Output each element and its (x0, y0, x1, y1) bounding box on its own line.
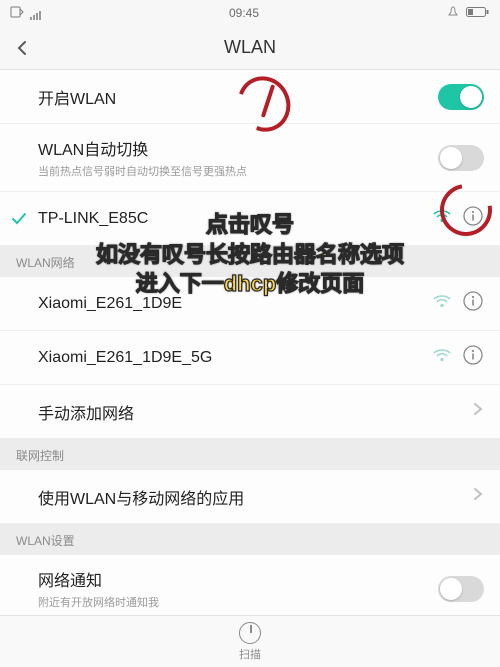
scan-icon (239, 622, 261, 644)
info-icon[interactable] (462, 290, 484, 317)
network-notify-toggle[interactable] (438, 576, 484, 602)
apps-usage-label: 使用WLAN与移动网络的应用 (38, 485, 472, 509)
silent-icon (446, 5, 460, 22)
wlan-autoswitch-row[interactable]: WLAN自动切换 当前热点信号弱时自动切换至信号更强热点 (0, 124, 500, 192)
sim-icon (10, 6, 24, 21)
network-row[interactable]: Xiaomi_E261_1D9E_5G (0, 331, 500, 385)
signal-icon (30, 6, 42, 20)
network-name: Xiaomi_E261_1D9E_5G (38, 349, 432, 367)
section-header-control: 联网控制 (0, 439, 500, 470)
wifi-icon (432, 347, 452, 368)
scan-label: 扫描 (239, 646, 261, 662)
info-icon[interactable] (462, 205, 484, 232)
wlan-autoswitch-sub: 当前热点信号弱时自动切换至信号更强热点 (38, 163, 438, 179)
page-title: WLAN (0, 37, 500, 58)
chevron-right-icon (472, 487, 484, 506)
wifi-icon (432, 293, 452, 314)
back-button[interactable] (0, 26, 44, 70)
network-notify-label: 网络通知 附近有开放网络时通知我 (38, 567, 438, 610)
check-icon (0, 210, 38, 228)
wlan-enable-label: 开启WLAN (38, 85, 438, 109)
section-header-networks: WLAN网络 (0, 246, 500, 277)
apps-usage-row[interactable]: 使用WLAN与移动网络的应用 (0, 470, 500, 524)
manual-add-row[interactable]: 手动添加网络 (0, 385, 500, 439)
wifi-icon (432, 208, 452, 229)
network-row[interactable]: Xiaomi_E261_1D9E (0, 277, 500, 331)
wlan-autoswitch-toggle[interactable] (438, 145, 484, 171)
network-notify-sub: 附近有开放网络时通知我 (38, 594, 438, 610)
status-bar: 09:45 (0, 0, 500, 26)
network-name: Xiaomi_E261_1D9E (38, 295, 432, 313)
section-header-settings: WLAN设置 (0, 524, 500, 555)
wlan-enable-row[interactable]: 开启WLAN (0, 70, 500, 124)
connected-network-name: TP-LINK_E85C (38, 210, 432, 228)
chevron-right-icon (472, 402, 484, 421)
wlan-enable-toggle[interactable] (438, 84, 484, 110)
chevron-left-icon (14, 40, 30, 56)
nav-bar: WLAN (0, 26, 500, 70)
status-time: 09:45 (229, 6, 259, 20)
battery-icon (466, 6, 490, 21)
tab-bar: 扫描 (0, 615, 500, 667)
scan-button[interactable]: 扫描 (239, 622, 261, 662)
manual-add-label: 手动添加网络 (38, 400, 472, 424)
info-icon[interactable] (462, 344, 484, 371)
wlan-autoswitch-label: WLAN自动切换 当前热点信号弱时自动切换至信号更强热点 (38, 136, 438, 179)
connected-network-row[interactable]: TP-LINK_E85C (0, 192, 500, 246)
network-notify-row[interactable]: 网络通知 附近有开放网络时通知我 (0, 555, 500, 622)
